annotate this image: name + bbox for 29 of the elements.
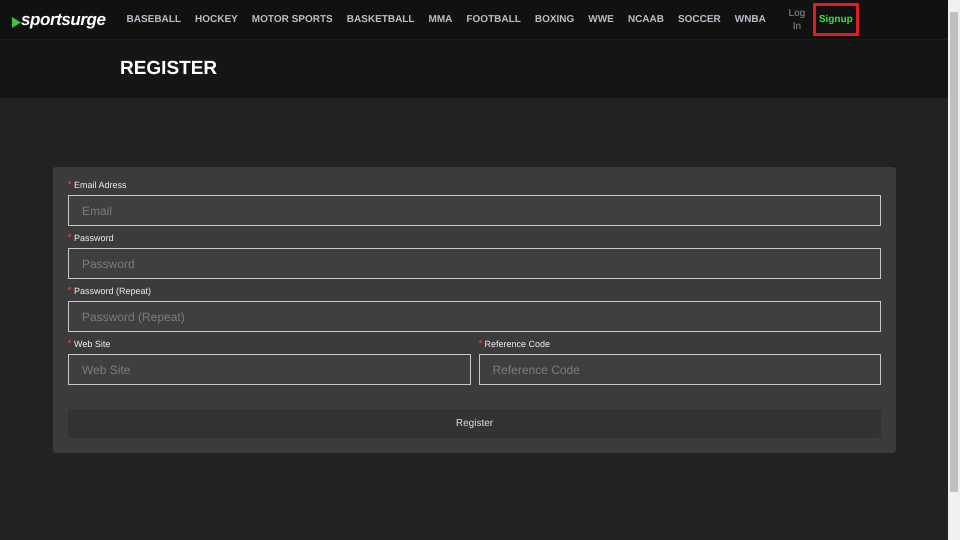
- field-label: Email Adress: [74, 179, 127, 192]
- scrollbar[interactable]: [948, 0, 960, 540]
- nav-link[interactable]: BOXING: [528, 12, 582, 27]
- nav-link[interactable]: MMA: [422, 12, 460, 27]
- scrollbar-thumb[interactable]: [950, 12, 958, 492]
- field-label: Password (Repeat): [74, 285, 152, 298]
- nav-link[interactable]: MOTOR SPORTS: [244, 12, 340, 27]
- input-field[interactable]: Password (Repeat): [68, 301, 881, 332]
- nav-link[interactable]: BASKETBALL: [340, 12, 422, 27]
- register-button[interactable]: Register: [68, 409, 881, 438]
- page-title: REGISTER: [120, 56, 218, 81]
- nav-link[interactable]: WWE: [581, 12, 621, 27]
- input-field[interactable]: Password: [68, 248, 881, 279]
- nav-link[interactable]: FOOTBALL: [459, 12, 528, 27]
- play-logo-icon: [12, 17, 21, 28]
- nav-link[interactable]: SOCCER: [670, 12, 728, 27]
- nav-link[interactable]: HOCKEY: [188, 12, 245, 27]
- brand-logo[interactable]: sportsurge: [21, 6, 106, 32]
- input-field[interactable]: Web Site: [68, 354, 470, 385]
- signup-link[interactable]: Signup: [812, 3, 859, 36]
- field-label: Reference Code: [484, 338, 550, 351]
- input-field[interactable]: Reference Code: [478, 354, 881, 385]
- nav-link[interactable]: BASEBALL: [120, 12, 188, 27]
- nav-link[interactable]: NCAAB: [620, 12, 671, 27]
- field-label: Password: [74, 232, 114, 245]
- login-link[interactable]: Log In: [784, 6, 809, 32]
- input-field[interactable]: Email: [68, 195, 881, 226]
- field-label: Web Site: [74, 338, 110, 351]
- nav-link[interactable]: WNBA: [728, 12, 773, 27]
